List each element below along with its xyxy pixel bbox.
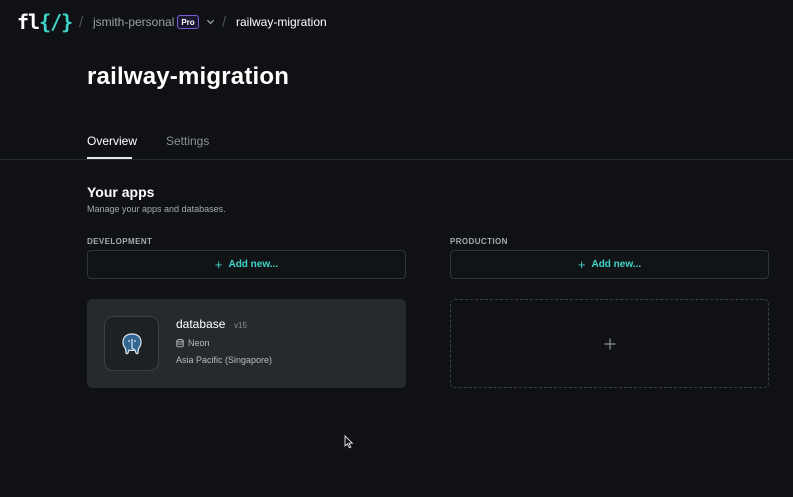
app-version: v15 [234,321,247,330]
add-production-button[interactable]: + Add new... [450,250,769,279]
add-development-label: Add new... [228,259,279,270]
app-region: Asia Pacific (Singapore) [176,355,273,365]
tab-bar: Overview Settings [0,128,793,161]
add-production-app-slot[interactable] [450,299,769,388]
top-bar: fl{/} / jsmith-personal Pro / railway-mi… [0,0,793,44]
logo-accent: {/} [39,10,73,34]
section-subtitle: Manage your apps and databases. [87,204,226,214]
app-card-database[interactable]: database v15 Neon Asia Pacific (Singapor… [87,299,406,388]
page-title: railway-migration [87,63,290,90]
tab-settings[interactable]: Settings [166,134,209,148]
breadcrumb-separator: / [79,14,84,31]
chevron-down-icon[interactable] [206,17,215,26]
development-label: DEVELOPMENT [87,237,153,246]
mouse-cursor-icon [344,435,354,449]
tab-overview[interactable]: Overview [87,134,137,148]
database-icon [176,338,184,347]
app-icon-container [104,316,159,371]
tabs-divider [0,159,793,160]
app-name: database [176,317,226,331]
breadcrumb-project[interactable]: railway-migration [236,15,327,29]
logo-text: fl [17,10,40,34]
production-label: PRODUCTION [450,237,508,246]
app-provider: Neon [176,338,210,348]
add-development-button[interactable]: + Add new... [87,250,406,279]
add-production-label: Add new... [591,259,642,270]
plus-icon: + [214,256,223,272]
section-title: Your apps [87,184,155,200]
logo[interactable]: fl{/} [17,10,73,34]
breadcrumb-team[interactable]: jsmith-personal [93,15,174,29]
postgres-elephant-icon [121,332,142,354]
plus-icon [604,338,615,349]
plus-icon: + [577,256,586,272]
app-provider-label: Neon [188,338,210,348]
plan-badge: Pro [177,15,199,29]
breadcrumb-separator: / [222,14,227,31]
